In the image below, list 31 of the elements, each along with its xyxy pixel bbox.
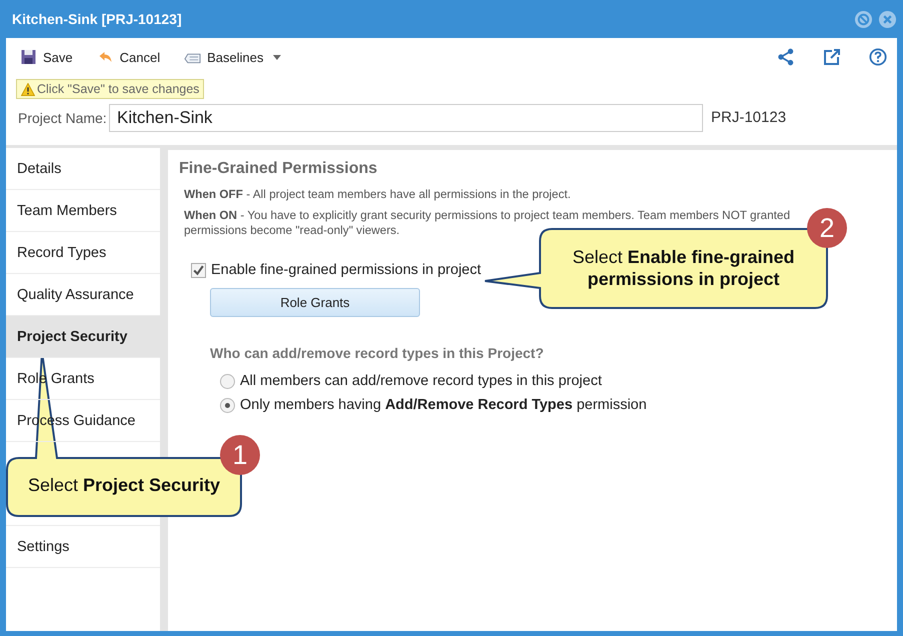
sidebar-item[interactable]: Record Types bbox=[6, 232, 160, 274]
project-id: PRJ-10123 bbox=[711, 109, 786, 126]
warning-icon bbox=[21, 82, 35, 96]
checkbox[interactable] bbox=[191, 262, 206, 278]
radio-button[interactable] bbox=[220, 374, 235, 388]
sidebar-item[interactable]: Project Security bbox=[6, 316, 160, 358]
sidebar-item[interactable]: Settings bbox=[6, 526, 160, 568]
caret-icon bbox=[273, 54, 282, 60]
radio-button[interactable] bbox=[220, 398, 235, 412]
baselines-button[interactable]: Baselines bbox=[184, 47, 290, 67]
window-title: Kitchen-Sink [PRJ-10123] bbox=[12, 11, 183, 27]
radio-label: All members can add/remove record types in this project bbox=[240, 373, 602, 389]
role-grants-button[interactable]: Role Grants bbox=[210, 288, 420, 317]
checkbox-label: Enable fine-grained permissions in project bbox=[211, 262, 482, 278]
notice-text: Click "Save" to save changes bbox=[37, 82, 200, 96]
field-label: Project Name: bbox=[18, 110, 108, 126]
share-icon[interactable] bbox=[777, 48, 795, 66]
external-link-icon[interactable] bbox=[823, 48, 841, 66]
cancel-button[interactable]: Cancel bbox=[96, 47, 168, 67]
sidebar-item[interactable]: Details bbox=[6, 148, 160, 190]
callout-text: Select Enable fine-grained permissions in project bbox=[572, 247, 795, 289]
help-icon[interactable] bbox=[869, 48, 887, 66]
project-name-field[interactable]: Kitchen-Sink bbox=[109, 104, 703, 132]
callout-text: Select Project Security bbox=[28, 475, 220, 495]
note-text: When ON - You have to explicitly grant security permissions to project team members. Team members NOT granted permissions become "read-only" viewers. bbox=[184, 208, 792, 238]
save-button[interactable]: Save bbox=[20, 47, 81, 67]
radio-label: Only members having Add/Remove Record Types permission bbox=[240, 397, 647, 413]
note-text: When OFF - All project team members have all permissions in the project. bbox=[184, 187, 572, 202]
section-heading: Fine-Grained Permissions bbox=[179, 160, 378, 178]
sidebar-item[interactable]: Team Members bbox=[6, 190, 160, 232]
question-text: Who can add/remove record types in this Project? bbox=[210, 345, 545, 361]
